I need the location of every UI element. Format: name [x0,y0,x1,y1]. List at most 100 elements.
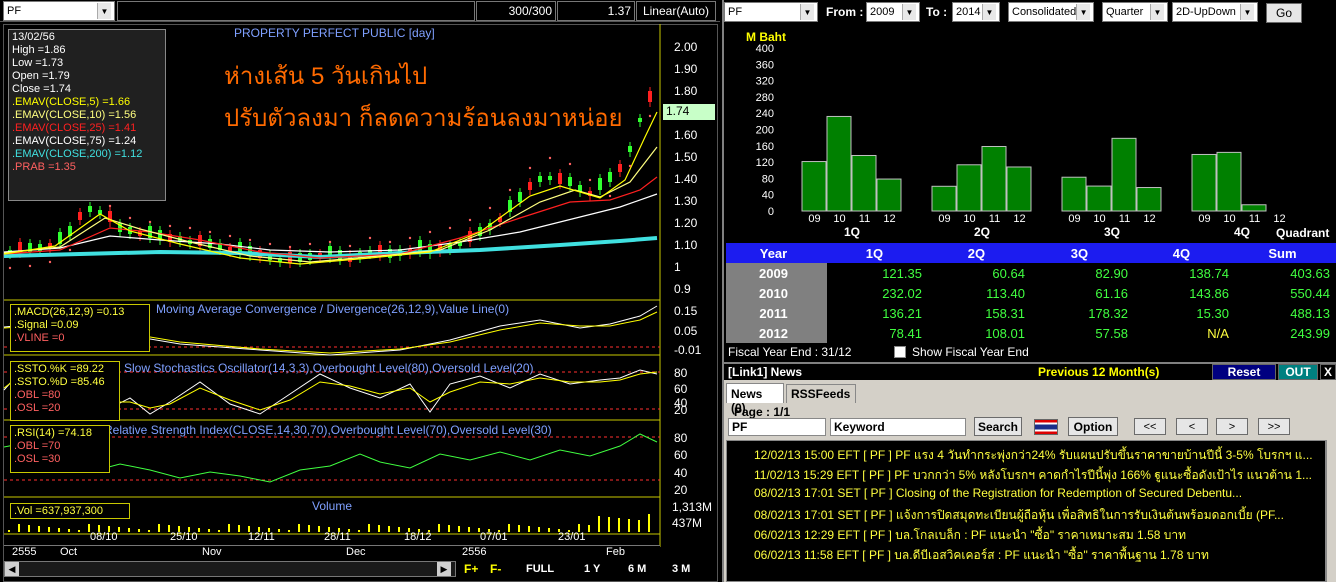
news-item[interactable]: 11/02/13 15:29 EFT [ PF ] PF บวกกว่า 5% … [754,466,1322,485]
x-label: Feb [606,546,625,558]
scroll-right-icon[interactable]: ▶ [437,562,451,576]
news-item[interactable]: 06/02/13 12:29 EFT [ PF ] บล.โกลเบล็ก : … [754,526,1322,545]
info-high: High =1.86 [12,44,66,56]
fminus-button[interactable]: F- [490,562,501,576]
show-fiscal-checkbox[interactable] [894,346,906,358]
x-tick-label: 09 [808,213,820,225]
macd-vline: .VLINE =0 [14,332,65,344]
prev-page-button[interactable]: < [1176,418,1208,435]
revenue-bar [1191,153,1217,212]
last-page-button[interactable]: >> [1258,418,1290,435]
fplus-button[interactable]: F+ [464,562,478,576]
volume-bar [648,514,650,532]
thai-flag-icon[interactable] [1034,419,1058,435]
out-button[interactable]: OUT [1278,364,1318,380]
candle [528,182,532,190]
sar-dot [628,164,632,168]
y-tick-label: 80 [762,173,774,185]
candle [78,212,82,220]
news-symbol-input[interactable]: PF [728,418,826,436]
group-label: 2Q [974,225,990,239]
table-row: 2011 136.21 158.31 178.32 15.30 488.13 [726,303,1336,323]
stoch-d: .SSTO.%D =85.46 [14,376,105,388]
candle [558,173,562,184]
news-item[interactable]: 08/02/13 17:01 SET [ PF ] แจ้งการปิดสมุด… [754,506,1322,525]
candle [88,206,92,212]
table-cell: 108.01 [927,323,1031,343]
quadrant-label: Quadrant [1276,226,1330,240]
volume-bar [378,525,380,532]
table-row: 2009 121.35 60.64 82.90 138.74 403.63 [726,263,1336,283]
table-cell: 243.99 [1234,323,1336,343]
sar-dot [108,204,112,208]
from-year-value: 2009 [870,6,895,18]
news-scrollbar[interactable] [1326,440,1336,582]
table-cell: 138.74 [1133,263,1235,283]
x-tick-label: 12 [1013,213,1025,225]
news-item[interactable]: 06/02/13 11:58 EFT [ PF ] บล.ดีบีเอสวิคเ… [754,546,1322,565]
sar-dot [568,162,572,166]
chart-toolbar: PF ▼ 300/300 1.37 Linear(Auto) [0,0,720,22]
symbol-select[interactable]: PF ▼ [3,1,115,21]
volume-bar [308,525,310,532]
revenue-bar [956,164,982,212]
x-label: 2555 [12,546,37,558]
x-tick-label: 11 [1249,213,1260,225]
consolidation-select[interactable]: Consolidated ▼ [1008,2,1094,22]
revenue-bar [931,185,957,212]
x-label: 2556 [462,546,487,558]
tab-news[interactable]: News (0) [726,383,784,415]
go-button[interactable]: Go [1266,3,1302,23]
close-button[interactable]: X [1320,364,1336,380]
stoch-osl: .OSL =20 [14,402,61,414]
volume-bar [638,520,640,532]
table-header-row: Year 1Q 2Q 3Q 4Q Sum [726,243,1336,263]
volume-bar [438,524,440,532]
symbol-value: PF [7,5,22,17]
chart-style-value: 2D-UpDown [1176,6,1236,18]
y-tick: 1.30 [674,194,698,208]
table-cell: 82.90 [1030,263,1134,283]
sar-dot [648,114,652,118]
volume-title: Volume [312,499,353,513]
volume-bar [138,529,140,532]
news-item[interactable]: 12/02/13 15:00 EFT [ PF ] PF แรง 4 วันทำ… [754,446,1322,465]
option-button[interactable]: Option [1068,417,1118,436]
next-page-button[interactable]: > [1216,418,1248,435]
table-year-cell: 2009 [726,263,827,283]
volume-bar [448,525,450,532]
ema200-legend: .EMAV(CLOSE,200) =1.12 [12,148,143,160]
chevron-down-icon: ▼ [1240,4,1254,20]
volume-bar [598,516,600,532]
first-page-button[interactable]: << [1134,418,1166,435]
period-full[interactable]: FULL [526,563,554,575]
chart-scrollbar[interactable]: ◀ ▶ [4,561,456,577]
y-tick-label: 320 [756,76,774,88]
sar-dot [608,194,612,198]
fin-symbol-select[interactable]: PF ▼ [724,2,818,22]
candle [618,164,622,172]
news-item[interactable]: 08/02/13 17:01 SET [ PF ] Closing of the… [754,486,1322,500]
period-1y[interactable]: 1 Y [584,563,600,575]
scroll-left-icon[interactable]: ◀ [5,562,19,576]
ema5-legend: .EMAV(CLOSE,5) =1.66 [12,96,131,108]
sar-dot [148,220,152,224]
consolidation-value: Consolidated [1012,6,1077,18]
table-cell: 550.44 [1234,283,1336,303]
period-select[interactable]: Quarter ▼ [1102,2,1168,22]
to-year-select[interactable]: 2014 ▼ [952,2,1000,22]
period-6m[interactable]: 6 M [628,563,646,575]
last-value: 1.37 [607,4,631,18]
search-button[interactable]: Search [974,417,1022,436]
range-box: 300/300 [476,1,556,21]
reset-button[interactable]: Reset [1212,364,1276,380]
period-3m[interactable]: 3 M [672,563,690,575]
chart-style-select[interactable]: 2D-UpDown ▼ [1172,2,1258,22]
table-cell: 488.13 [1234,303,1336,323]
from-year-select[interactable]: 2009 ▼ [866,2,920,22]
page-indicator: Page : 1/1 [734,405,791,419]
tab-rssfeeds[interactable]: RSSFeeds [786,384,856,403]
volume-bar [38,526,40,532]
table-cell: 78.41 [826,323,928,343]
keyword-input[interactable]: Keyword [830,418,966,436]
